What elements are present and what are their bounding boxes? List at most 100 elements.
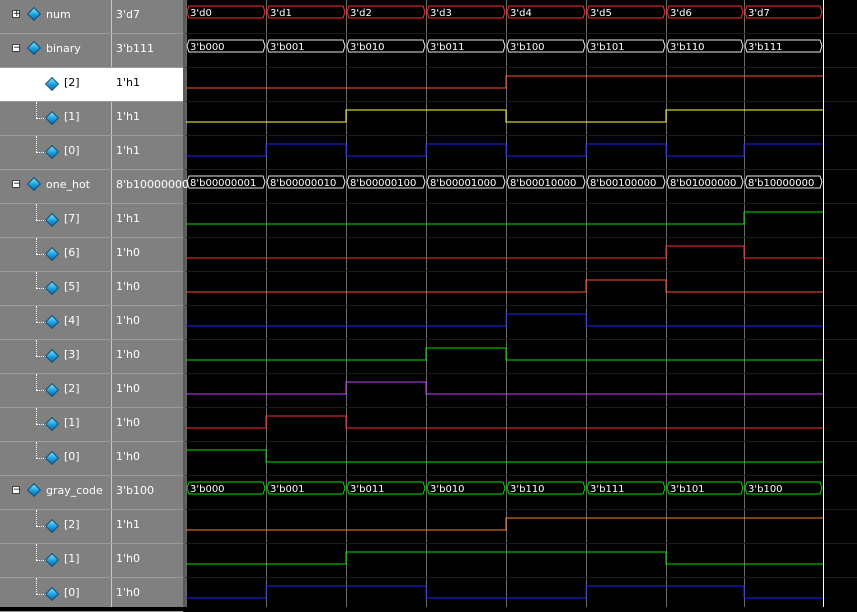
signal-diamond-icon — [44, 314, 60, 330]
signal-bit-name: [2] — [64, 382, 80, 395]
waveform-trace[interactable] — [186, 381, 823, 395]
signal-bit-name: [6] — [64, 246, 80, 259]
bus-value-label: 3'b110 — [670, 42, 705, 53]
signal-row[interactable]: [1] 1'h1 — [0, 102, 183, 136]
signal-diamond-icon — [44, 518, 60, 534]
signal-row[interactable]: + num 3'd7 — [0, 0, 183, 34]
waveform-trace[interactable] — [186, 415, 823, 429]
signal-row[interactable]: [3] 1'h0 — [0, 340, 183, 374]
waveform-trace[interactable] — [186, 75, 823, 89]
signal-value: 1'h0 — [116, 382, 140, 395]
signal-row[interactable]: [2] 1'h1 — [0, 510, 183, 544]
bus-value-label: 3'b000 — [190, 484, 225, 495]
signal-diamond-icon — [44, 76, 60, 92]
bit-trace — [186, 211, 823, 225]
waveform-trace[interactable] — [186, 109, 823, 123]
waveform-trace[interactable]: 3'd0 3'd1 3'd2 3'd3 3'd4 3'd5 3'd6 3'd7 — [186, 5, 823, 19]
waveform-trace[interactable] — [186, 211, 823, 225]
signal-value: 1'h1 — [116, 144, 140, 157]
signal-row[interactable]: [4] 1'h0 — [0, 306, 183, 340]
bit-trace — [186, 517, 823, 531]
bus-value-label: 3'd5 — [590, 8, 612, 19]
bus-value-label: 3'b111 — [590, 484, 625, 495]
signal-bit-name: [2] — [64, 76, 80, 89]
signal-diamond-icon — [44, 382, 60, 398]
waveform-pane[interactable]: 3'd0 3'd1 3'd2 3'd3 3'd4 3'd5 3'd6 3'd73'b000 3'… — [186, 0, 857, 607]
waveform-trace[interactable] — [186, 313, 823, 327]
bit-trace — [186, 109, 823, 123]
signal-row[interactable]: [1] 1'h0 — [0, 544, 183, 578]
collapse-icon[interactable]: − — [12, 180, 21, 189]
waveform-trace[interactable] — [186, 585, 823, 599]
signal-diamond-icon — [44, 348, 60, 364]
signal-row[interactable]: [2] 1'h1 — [0, 68, 183, 102]
waveform-trace[interactable] — [186, 279, 823, 293]
collapse-icon[interactable]: − — [12, 44, 21, 53]
tree-connector — [36, 306, 37, 322]
waveform-trace[interactable] — [186, 347, 823, 361]
waveform-trace[interactable]: 8'b00000001 8'b00000010 8'b00000100 8'b0000… — [186, 175, 823, 189]
bus-value-label: 3'd4 — [510, 8, 532, 19]
bus-value-label: 8'b00000100 — [350, 178, 416, 189]
signal-row[interactable]: [7] 1'h1 — [0, 204, 183, 238]
signal-diamond-icon — [26, 176, 42, 192]
signal-bit-name: [7] — [64, 212, 80, 225]
bus-value-label: 3'd3 — [430, 8, 452, 19]
signal-diamond-icon — [44, 212, 60, 228]
bus-value-label: 3'b000 — [190, 42, 225, 53]
signal-diamond-icon — [26, 482, 42, 498]
bit-trace — [186, 313, 823, 327]
tree-connector — [36, 238, 37, 254]
signal-value: 1'h1 — [116, 110, 140, 123]
signal-row[interactable]: [0] 1'h1 — [0, 136, 183, 170]
signal-row[interactable]: − one_hot 8'b10000000 — [0, 170, 189, 204]
signal-bit-name: [1] — [64, 552, 80, 565]
bus-value-label: 3'b101 — [670, 484, 705, 495]
tree-connector — [36, 204, 37, 220]
signal-value: 1'h0 — [116, 280, 140, 293]
waveform-trace[interactable] — [186, 449, 823, 463]
tree-connector — [36, 544, 37, 560]
bus-value-label: 3'b001 — [270, 42, 305, 53]
tree-connector — [36, 102, 37, 118]
signal-value: 8'b10000000 — [116, 178, 189, 191]
bus-value-label: 3'b001 — [270, 484, 305, 495]
signal-diamond-icon — [44, 450, 60, 466]
signal-row[interactable]: − gray_code 3'b100 — [0, 476, 183, 510]
bus-value-label: 8'b00001000 — [430, 178, 496, 189]
waveform-trace[interactable]: 3'b000 3'b001 3'b010 3'b011 3'b100 3'b101 3'b1… — [186, 39, 823, 53]
signal-diamond-icon — [26, 40, 42, 56]
bit-trace — [186, 551, 823, 565]
signal-row[interactable]: − binary 3'b111 — [0, 34, 183, 68]
waveform-trace[interactable] — [186, 517, 823, 531]
signal-bit-name: [1] — [64, 110, 80, 123]
signal-row[interactable]: [6] 1'h0 — [0, 238, 183, 272]
bit-trace — [186, 75, 823, 89]
bus-value-label: 8'b00100000 — [590, 178, 656, 189]
bus-value-label: 3'd2 — [350, 8, 372, 19]
signal-row[interactable]: [0] 1'h0 — [0, 442, 183, 476]
signal-row[interactable]: [1] 1'h0 — [0, 408, 183, 442]
signal-value: 1'h1 — [116, 518, 140, 531]
bus-value-label: 3'b100 — [510, 42, 545, 53]
bus-value-label: 8'b00000010 — [270, 178, 336, 189]
tree-connector — [36, 272, 37, 288]
bus-value-label: 3'b111 — [748, 42, 783, 53]
waveform-trace[interactable] — [186, 143, 823, 157]
signal-row[interactable]: [2] 1'h0 — [0, 374, 183, 408]
signal-diamond-icon — [44, 552, 60, 568]
signal-diamond-icon — [44, 416, 60, 432]
signal-name: one_hot — [46, 178, 90, 191]
signal-diamond-icon — [44, 110, 60, 126]
signal-bit-name: [0] — [64, 144, 80, 157]
signal-bit-name: [4] — [64, 314, 80, 327]
waveform-trace[interactable] — [186, 245, 823, 259]
waveform-trace[interactable]: 3'b000 3'b001 3'b011 3'b010 3'b110 3'b111 3'b1… — [186, 481, 823, 495]
waveform-trace[interactable] — [186, 551, 823, 565]
bus-value-label: 3'b010 — [430, 484, 465, 495]
signal-row[interactable]: [5] 1'h0 — [0, 272, 183, 306]
bus-value-label: 3'd7 — [748, 8, 770, 19]
expand-icon[interactable]: + — [12, 10, 21, 19]
collapse-icon[interactable]: − — [12, 486, 21, 495]
signal-bit-name: [1] — [64, 416, 80, 429]
